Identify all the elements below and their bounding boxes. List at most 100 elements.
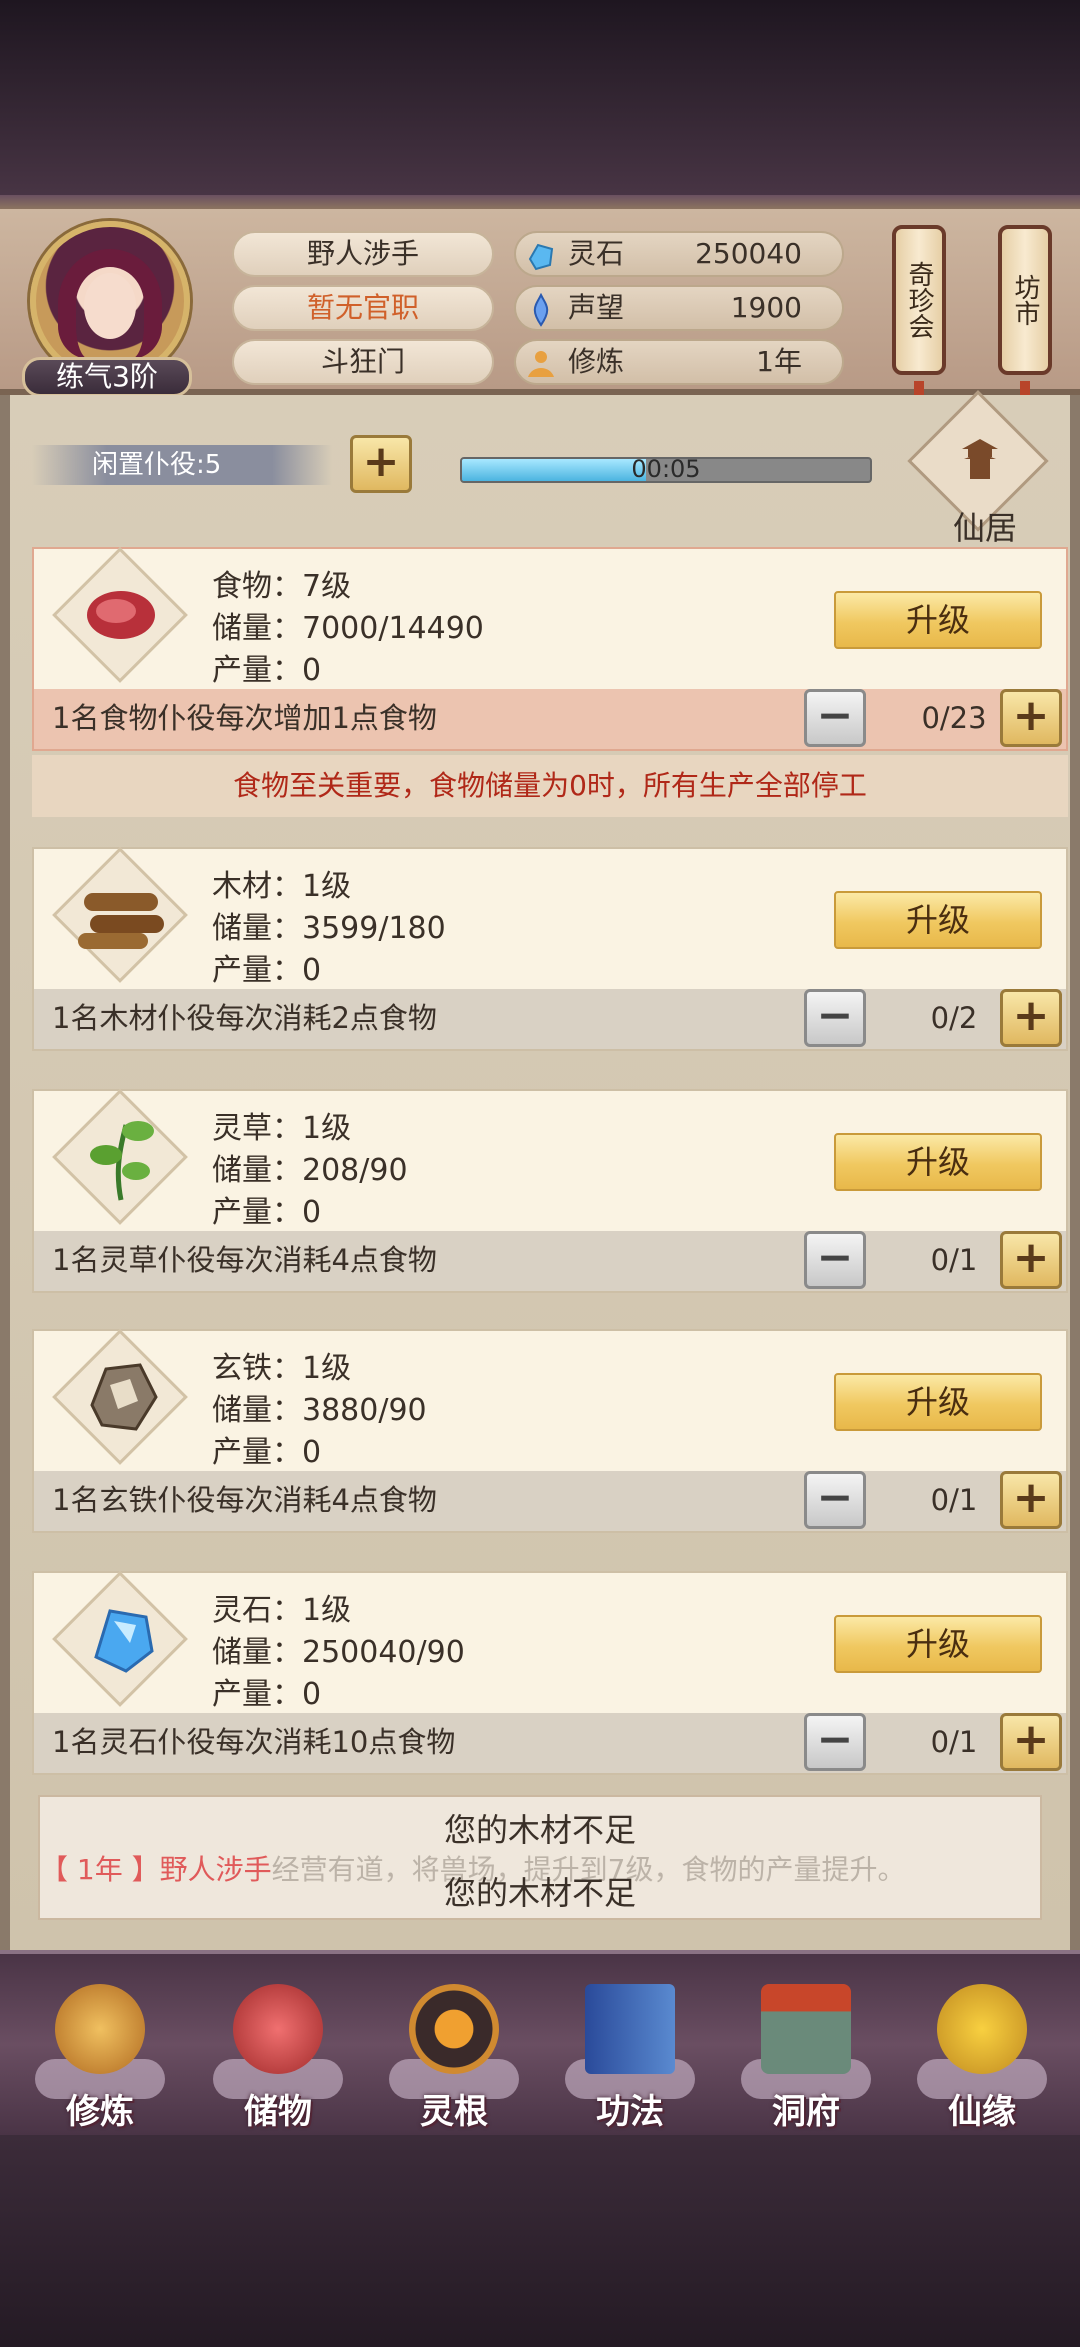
- plus-button[interactable]: +: [1000, 689, 1062, 747]
- nav-label: 仙缘: [948, 2092, 1016, 2132]
- resource-level: 灵石：1级: [212, 1593, 352, 1628]
- resource-card-food: 食物：7级 储量：7000/14490 产量：0 升级 1名食物仆役每次增加1点…: [32, 547, 1068, 751]
- resource-card-spirit-stone: 灵石：1级 储量：250040/90 产量：0 升级 1名灵石仆役每次消耗10点…: [32, 1571, 1068, 1775]
- nav-storage[interactable]: 储物: [208, 1974, 348, 2134]
- production-panel: 闲置仆役:5 + 00:05 仙居 食物：7级 储量：7000/14490 产量…: [0, 390, 1080, 1950]
- nav-techniques[interactable]: 功法: [560, 1974, 700, 2134]
- upgrade-button[interactable]: 升级: [834, 591, 1042, 649]
- spirit-stone-icon: [528, 243, 554, 271]
- nav-label: 洞府: [772, 2092, 840, 2132]
- tab-treasure-auction[interactable]: 奇珍会: [892, 225, 946, 375]
- servant-count: 0/2: [930, 1001, 978, 1035]
- servant-count: 0/1: [930, 1483, 978, 1517]
- upgrade-button[interactable]: 升级: [834, 1133, 1042, 1191]
- servant-allocation-bar: 1名灵草仆役每次消耗4点食物 − 0/1 +: [34, 1231, 1066, 1291]
- resource-cultivation: 修炼 1年: [514, 339, 844, 385]
- servant-allocation-bar: 1名玄铁仆役每次消耗4点食物 − 0/1 +: [34, 1471, 1066, 1531]
- resource-spirit-stone: 灵石 250040: [514, 231, 844, 277]
- ore-icon: [90, 1363, 158, 1431]
- food-warning: 食物至关重要，食物储量为0时，所有生产全部停工: [32, 755, 1068, 817]
- nav-label: 功法: [596, 2092, 664, 2132]
- pagoda-icon: [962, 439, 998, 479]
- resource-card-herb: 灵草：1级 储量：208/90 产量：0 升级 1名灵草仆役每次消耗4点食物 −…: [32, 1089, 1068, 1293]
- minus-button[interactable]: −: [804, 689, 866, 747]
- minus-button[interactable]: −: [804, 1713, 866, 1771]
- idle-servants-label: 闲置仆役:5: [32, 445, 332, 485]
- resource-storage: 储量：7000/14490: [212, 611, 484, 646]
- servant-note: 1名食物仆役每次增加1点食物: [52, 701, 437, 735]
- bottom-safe-area: [0, 2135, 1080, 2347]
- servant-allocation-bar: 1名食物仆役每次增加1点食物 − 0/23 +: [34, 689, 1066, 749]
- player-header: 练气3阶 野人涉手 暂无官职 斗狂门 灵石 250040 声望 1900 修炼 …: [0, 195, 1080, 421]
- resource-reputation: 声望 1900: [514, 285, 844, 331]
- nav-label: 储物: [244, 2092, 312, 2132]
- book-icon: [585, 1984, 675, 2074]
- cultivator-icon: [55, 1984, 145, 2074]
- resource-output: 产量：0: [212, 653, 322, 688]
- resource-storage: 储量：208/90: [212, 1153, 408, 1188]
- plus-button[interactable]: +: [1000, 1231, 1062, 1289]
- servant-count: 0/1: [930, 1725, 978, 1759]
- bottom-nav: 修炼 储物 灵根 功法 洞府 仙缘: [0, 1950, 1080, 2135]
- upgrade-button[interactable]: 升级: [834, 891, 1042, 949]
- residence-label: 仙居: [952, 509, 1017, 547]
- official-title[interactable]: 暂无官职: [232, 285, 494, 331]
- servant-allocation-bar: 1名灵石仆役每次消耗10点食物 − 0/1 +: [34, 1713, 1066, 1773]
- resource-storage: 储量：3599/180: [212, 911, 446, 946]
- servant-note: 1名灵草仆役每次消耗4点食物: [52, 1243, 437, 1277]
- herb-icon: [90, 1121, 154, 1201]
- sect-name: 斗狂门: [232, 339, 494, 385]
- servant-note: 1名灵石仆役每次消耗10点食物: [52, 1725, 456, 1759]
- rank-badge: 练气3阶: [22, 357, 192, 397]
- upgrade-button[interactable]: 升级: [834, 1373, 1042, 1431]
- top-status-area: [0, 0, 1080, 205]
- resource-output: 产量：0: [212, 953, 322, 988]
- add-servant-button[interactable]: +: [350, 435, 412, 493]
- cave-dwelling-icon: [761, 1984, 851, 2074]
- servant-note: 1名玄铁仆役每次消耗4点食物: [52, 1483, 437, 1517]
- nav-label: 灵根: [420, 2092, 488, 2132]
- resource-output: 产量：0: [212, 1435, 322, 1470]
- resource-level: 木材：1级: [212, 869, 352, 904]
- resource-storage: 储量：250040/90: [212, 1635, 465, 1670]
- toast-message: 您的木材不足: [443, 1874, 636, 1912]
- resource-level: 灵草：1级: [212, 1111, 352, 1146]
- bag-icon: [233, 1984, 323, 2074]
- servant-count: 0/1: [930, 1243, 978, 1277]
- gourd-icon: [937, 1984, 1027, 2074]
- servant-count: 0/23: [921, 701, 987, 735]
- player-name: 野人涉手: [232, 231, 494, 277]
- crystal-icon: [94, 1609, 154, 1673]
- servant-note: 1名木材仆役每次消耗2点食物: [52, 1001, 437, 1035]
- resource-output: 产量：0: [212, 1195, 322, 1230]
- servant-allocation-bar: 1名木材仆役每次消耗2点食物 − 0/2 +: [34, 989, 1066, 1049]
- nav-cave-dwelling[interactable]: 洞府: [736, 1974, 876, 2134]
- toast-message: 您的木材不足: [443, 1811, 636, 1849]
- meat-icon: [87, 591, 155, 639]
- nav-label: 修炼: [66, 2092, 134, 2132]
- cultivation-icon: [528, 351, 554, 377]
- minus-button[interactable]: −: [804, 1231, 866, 1289]
- nav-spirit-root[interactable]: 灵根: [384, 1974, 524, 2134]
- resource-card-wood: 木材：1级 储量：3599/180 产量：0 升级 1名木材仆役每次消耗2点食物…: [32, 847, 1068, 1051]
- plus-button[interactable]: +: [1000, 1713, 1062, 1771]
- nav-immortal-fate[interactable]: 仙缘: [912, 1974, 1052, 2134]
- reputation-icon: [533, 293, 549, 327]
- resource-level: 食物：7级: [212, 569, 352, 604]
- production-timer: 00:05: [460, 457, 872, 483]
- nav-cultivation[interactable]: 修炼: [30, 1974, 170, 2134]
- plus-button[interactable]: +: [1000, 989, 1062, 1047]
- minus-button[interactable]: −: [804, 1471, 866, 1529]
- minus-button[interactable]: −: [804, 989, 866, 1047]
- tab-market[interactable]: 坊市: [998, 225, 1052, 375]
- spirit-root-icon: [409, 1984, 499, 2074]
- resource-level: 玄铁：1级: [212, 1351, 352, 1386]
- resource-storage: 储量：3880/90: [212, 1393, 427, 1428]
- upgrade-button[interactable]: 升级: [834, 1615, 1042, 1673]
- avatar-face: [84, 273, 136, 339]
- wood-icon: [78, 893, 164, 949]
- resource-output: 产量：0: [212, 1677, 322, 1712]
- timer-text: 00:05: [631, 457, 701, 483]
- plus-button[interactable]: +: [1000, 1471, 1062, 1529]
- resource-card-iron: 玄铁：1级 储量：3880/90 产量：0 升级 1名玄铁仆役每次消耗4点食物 …: [32, 1329, 1068, 1533]
